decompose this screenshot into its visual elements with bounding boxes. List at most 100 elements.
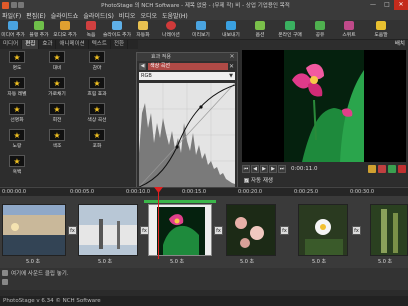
effect-saturation[interactable]: ★ 포화: [84, 129, 110, 151]
narration-button[interactable]: 나레이션: [156, 20, 186, 40]
minimize-button[interactable]: —: [366, 0, 380, 10]
effect-black-white[interactable]: ★ 흑백: [4, 155, 30, 177]
play-icon[interactable]: ▶: [260, 165, 268, 173]
effect-label: 대비: [52, 66, 62, 71]
effect-label: 명도: [12, 66, 22, 71]
tab-text[interactable]: 텍스트: [89, 40, 111, 49]
effect-brightness[interactable]: ★ 명도: [4, 51, 30, 73]
effect-label: 감마: [92, 66, 102, 71]
timeline-ruler[interactable]: 0:00:00.0 0:00:05.0 0:00:10.0 0:00:15.0 …: [0, 187, 408, 196]
clip-effect-icon[interactable]: fx: [352, 226, 361, 235]
preview-time: 0:00:11.0: [291, 166, 318, 172]
effect-label: 회전: [52, 118, 62, 123]
menu-slideshow[interactable]: 슬라이드쇼: [51, 11, 79, 20]
effect-intercept[interactable]: ★ 가로채기: [44, 77, 70, 99]
effect-contrast[interactable]: ★ 대비: [44, 51, 70, 73]
star-icon: ★: [49, 129, 65, 141]
close-button[interactable]: ✕: [394, 0, 408, 10]
star-icon: ★: [9, 103, 25, 115]
clip-thumbnail: [227, 205, 275, 255]
channel-select[interactable]: RGB ▼: [139, 72, 235, 80]
back-icon[interactable]: ◀: [139, 63, 146, 70]
menu-audio[interactable]: 오디오: [140, 11, 157, 20]
effect-rotate[interactable]: ★ 회전: [44, 103, 70, 125]
preview-panel: 배치 ⏮ ◀ ▶ ▶ ⏭ 0:00:11.0 ✓ 자동 재생: [240, 40, 408, 186]
curves-histogram[interactable]: [139, 83, 235, 187]
step-back-icon[interactable]: ◀: [251, 165, 259, 173]
tab-edit[interactable]: 편집: [22, 40, 40, 49]
remove-effect-icon[interactable]: ✕: [228, 63, 235, 70]
share-button[interactable]: 공유: [306, 20, 334, 40]
preview-button[interactable]: 미리보기: [186, 20, 216, 40]
tab-transitions[interactable]: 전환: [111, 40, 129, 49]
add-media-button[interactable]: 미디어 추가: [0, 20, 26, 40]
autoplay-option[interactable]: ✓ 자동 재생: [244, 176, 273, 184]
menu-edit[interactable]: 편집(E): [26, 11, 46, 20]
add-blank-button[interactable]: 블랭 추가: [26, 20, 52, 40]
curve-point[interactable]: [175, 145, 179, 149]
dialog-close-icon[interactable]: ✕: [228, 53, 236, 61]
skip-forward-icon[interactable]: ⏭: [278, 165, 286, 173]
timeline-clip[interactable]: [370, 204, 408, 256]
menu-file[interactable]: 파일(F): [2, 11, 21, 20]
playhead-line[interactable]: [158, 189, 159, 259]
effect-sharpen[interactable]: ★ 선명화: [4, 103, 30, 125]
quick-save-icon[interactable]: [11, 2, 17, 8]
confirm-icon[interactable]: [388, 165, 396, 173]
suite-button[interactable]: 스위트: [334, 20, 364, 40]
options-button[interactable]: 옵션: [246, 20, 274, 40]
menu-video[interactable]: 비디오: [119, 11, 136, 20]
menu-bar: 파일(F) 편집(E) 슬라이드쇼 슬라이드(S) 비디오 오디오 도움말(H): [0, 10, 408, 20]
tool-label: 블랭 추가: [29, 33, 49, 38]
effect-gamma[interactable]: ★ 감마: [84, 51, 110, 73]
effect-label: 색상 곡선: [87, 118, 107, 123]
export-button[interactable]: 내보내기: [216, 20, 246, 40]
delete-icon[interactable]: [378, 165, 386, 173]
title-bar: PhotoStage 의 NCH Software - 제목 없음 - (무제 …: [0, 0, 408, 10]
snapshot-icon[interactable]: [368, 165, 376, 173]
menu-slide[interactable]: 슬라이드(S): [83, 11, 114, 20]
tool-label: 녹음: [86, 33, 96, 38]
timeline-clip[interactable]: [2, 204, 66, 256]
audio-track[interactable]: 여기에 사운드 클립 놓기.: [0, 268, 408, 290]
tool-label: 나레이션: [162, 33, 180, 38]
timeline-clip[interactable]: [298, 204, 348, 256]
effect-blur[interactable]: ★ 흐림 효과: [84, 77, 110, 99]
tab-layout[interactable]: 배치: [392, 40, 408, 49]
skip-back-icon[interactable]: ⏮: [242, 165, 250, 173]
tab-animation[interactable]: 애니메이션: [56, 40, 89, 49]
automate-button[interactable]: 자동화: [130, 20, 156, 40]
menu-help[interactable]: 도움말(H): [162, 11, 188, 20]
curve-point[interactable]: [199, 105, 203, 109]
record-button[interactable]: 녹음: [78, 20, 104, 40]
step-forward-icon[interactable]: ▶: [269, 165, 277, 173]
autoplay-checkbox[interactable]: ✓: [244, 177, 249, 183]
effect-color-curves[interactable]: ★ 색상 곡선: [84, 103, 110, 125]
record-icon: [86, 21, 96, 30]
effect-yellow[interactable]: ★ 노랑: [4, 129, 30, 151]
quick-undo-icon[interactable]: [18, 2, 24, 8]
narration-row[interactable]: [0, 277, 408, 286]
clip-effect-icon[interactable]: fx: [68, 226, 77, 235]
microphone-icon: [2, 278, 8, 285]
buy-online-button[interactable]: 온라인 구매: [274, 20, 306, 40]
effect-dialog: 효과 적용 ✕ ◀ 색상 곡선 ✕ RGB ▼: [136, 52, 238, 192]
clip-effect-icon[interactable]: fx: [280, 226, 289, 235]
tab-effects[interactable]: 효과: [39, 40, 57, 49]
star-icon: ★: [49, 51, 65, 63]
maximize-button[interactable]: □: [380, 0, 394, 10]
timeline-clip[interactable]: [226, 204, 276, 256]
ruler-mark: 0:00:05.0: [70, 189, 95, 195]
add-slide-button[interactable]: 슬라이드 추가: [103, 20, 131, 40]
sound-drop-zone[interactable]: 여기에 사운드 클립 놓기.: [0, 268, 408, 277]
cancel-icon[interactable]: [398, 165, 406, 173]
tab-media[interactable]: 미디어: [0, 40, 23, 49]
effect-hue[interactable]: ★ 색조: [44, 129, 70, 151]
clip-effect-icon[interactable]: fx: [214, 226, 223, 235]
share-icon: [315, 21, 325, 30]
chevron-down-icon: ▼: [229, 73, 233, 79]
timeline-clip[interactable]: [78, 204, 138, 256]
help-button[interactable]: 도움말: [364, 20, 398, 40]
add-audio-button[interactable]: 오디오 추가: [52, 20, 78, 40]
effect-auto-level[interactable]: ★ 자동 레벨: [4, 77, 30, 99]
